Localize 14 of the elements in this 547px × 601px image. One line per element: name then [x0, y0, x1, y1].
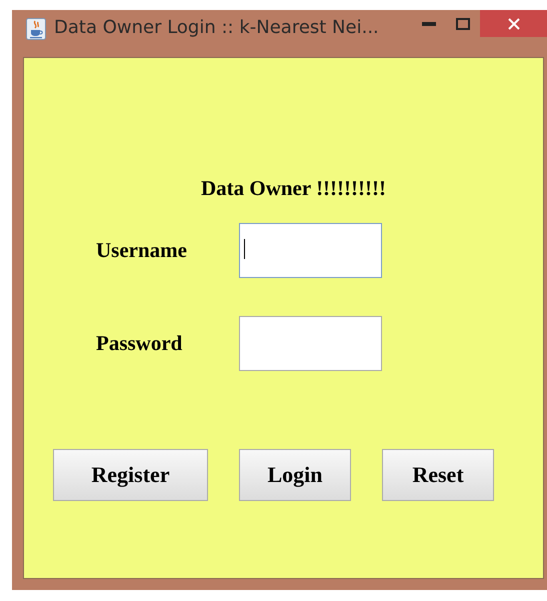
field-label: Username: [95, 238, 188, 263]
action-button[interactable]: Reset: [382, 449, 494, 501]
coffee-cup-icon: [26, 18, 46, 40]
close-button[interactable]: [480, 10, 547, 37]
field-label: Password: [95, 331, 184, 356]
maximize-icon: [456, 18, 470, 30]
form-heading: Data Owner !!!!!!!!!!: [200, 176, 388, 201]
action-button[interactable]: Register: [53, 449, 208, 501]
action-button[interactable]: Login: [239, 449, 351, 501]
input-field[interactable]: [239, 316, 382, 371]
minimize-icon: [422, 22, 436, 26]
window-title: Data Owner Login :: k-Nearest Nei...: [54, 17, 379, 38]
input-field[interactable]: [239, 223, 382, 278]
close-icon: [508, 18, 520, 30]
